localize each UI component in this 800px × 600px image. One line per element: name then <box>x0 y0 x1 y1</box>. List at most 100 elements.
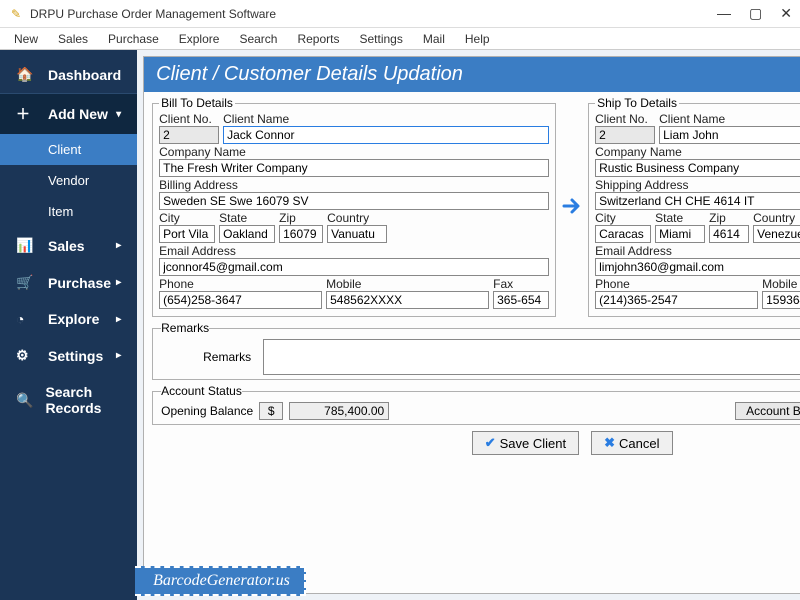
menu-help[interactable]: Help <box>457 30 498 48</box>
remarks-input[interactable] <box>263 339 800 375</box>
sidebar-settings[interactable]: ⚙ Settings ▸ <box>0 337 137 374</box>
minimize-button[interactable]: — <box>717 5 731 22</box>
bill-city-input[interactable] <box>159 225 215 243</box>
ship-mobile-input[interactable] <box>762 291 800 309</box>
ship-to-fieldset: Ship To Details Client No. Client Name <box>588 96 800 317</box>
ship-client-no-label: Client No. <box>595 112 655 126</box>
account-legend: Account Status <box>161 384 242 398</box>
plus-icon: ＋ <box>16 104 36 124</box>
sidebar-purchase[interactable]: 🛒 Purchase ▸ <box>0 264 137 301</box>
window-controls: — ▢ ✕ <box>717 5 792 22</box>
bill-mobile-label: Mobile <box>326 277 489 291</box>
ship-state-input[interactable] <box>655 225 705 243</box>
sidebar: 🏠 Dashboard ＋ Add New ▾ Client Vendor It… <box>0 50 137 600</box>
panel-title: Client / Customer Details Updation <box>156 63 463 86</box>
bill-fax-input[interactable] <box>493 291 549 309</box>
bill-client-name-label: Client Name <box>223 112 549 126</box>
chart-icon: 📊 <box>16 237 36 254</box>
sidebar-settings-label: Settings <box>48 348 103 364</box>
sidebar-add-new[interactable]: ＋ Add New ▾ <box>0 94 137 134</box>
ship-country-input[interactable] <box>753 225 800 243</box>
ship-zip-input[interactable] <box>709 225 749 243</box>
cancel-button[interactable]: ✖Cancel <box>591 431 672 455</box>
account-status-fieldset: Account Status Opening Balance $ 785,400… <box>152 384 800 425</box>
bill-city-label: City <box>159 211 215 225</box>
menu-reports[interactable]: Reports <box>289 30 347 48</box>
ship-email-input[interactable] <box>595 258 800 276</box>
opening-currency: $ <box>259 402 283 420</box>
panel-header: Client / Customer Details Updation Close <box>144 57 800 92</box>
copy-arrow-icon[interactable] <box>560 196 584 216</box>
bill-to-fieldset: Bill To Details Client No. Client Name <box>152 96 556 317</box>
sidebar-search-label: Search Records <box>45 384 121 416</box>
bill-fax-label: Fax <box>493 277 549 291</box>
bill-state-input[interactable] <box>219 225 275 243</box>
bill-zip-input[interactable] <box>279 225 323 243</box>
account-balance-button[interactable]: Account Balance <box>735 402 800 420</box>
bill-client-name-input[interactable] <box>223 126 549 144</box>
ship-zip-label: Zip <box>709 211 749 225</box>
check-icon: ✔ <box>485 435 496 451</box>
menu-purchase[interactable]: Purchase <box>100 30 167 48</box>
ship-client-no-input <box>595 126 655 144</box>
window-title: DRPU Purchase Order Management Software <box>30 7 717 21</box>
watermark: BarcodeGenerator.us <box>135 566 306 596</box>
menu-search[interactable]: Search <box>231 30 285 48</box>
bill-zip-label: Zip <box>279 211 323 225</box>
ship-phone-input[interactable] <box>595 291 758 309</box>
sidebar-explore-label: Explore <box>48 311 99 327</box>
menu-settings[interactable]: Settings <box>352 30 411 48</box>
sidebar-sub-item[interactable]: Item <box>0 196 137 227</box>
remarks-fieldset: Remarks Remarks <box>152 321 800 380</box>
ship-company-input[interactable] <box>595 159 800 177</box>
ship-address-input[interactable] <box>595 192 800 210</box>
bill-company-label: Company Name <box>159 145 549 159</box>
sidebar-purchase-label: Purchase <box>48 275 111 291</box>
sidebar-sales[interactable]: 📊 Sales ▸ <box>0 227 137 264</box>
sidebar-dashboard[interactable]: 🏠 Dashboard <box>0 56 137 94</box>
bill-phone-input[interactable] <box>159 291 322 309</box>
bill-address-input[interactable] <box>159 192 549 210</box>
ship-city-input[interactable] <box>595 225 651 243</box>
sidebar-sub-client[interactable]: Client <box>0 134 137 165</box>
titlebar: ✎ DRPU Purchase Order Management Softwar… <box>0 0 800 28</box>
menu-sales[interactable]: Sales <box>50 30 96 48</box>
x-icon: ✖ <box>604 435 615 451</box>
ship-email-label: Email Address <box>595 244 800 258</box>
chevron-right-icon: ▸ <box>116 277 121 288</box>
save-client-label: Save Client <box>500 436 566 451</box>
gear-icon: ⚙ <box>16 347 36 364</box>
maximize-button[interactable]: ▢ <box>749 5 762 22</box>
bill-address-label: Billing Address <box>159 178 549 192</box>
bill-phone-label: Phone <box>159 277 322 291</box>
remarks-label: Remarks <box>161 350 251 364</box>
close-window-button[interactable]: ✕ <box>780 5 792 22</box>
bill-client-no-label: Client No. <box>159 112 219 126</box>
bill-mobile-input[interactable] <box>326 291 489 309</box>
compass-icon: ◔ <box>16 311 36 327</box>
chevron-down-icon: ▾ <box>116 109 121 120</box>
menubar: New Sales Purchase Explore Search Report… <box>0 28 800 50</box>
save-client-button[interactable]: ✔ Save Client <box>472 431 579 455</box>
bill-country-input[interactable] <box>327 225 387 243</box>
sidebar-sub-vendor[interactable]: Vendor <box>0 165 137 196</box>
sidebar-explore[interactable]: ◔ Explore ▸ <box>0 301 137 337</box>
app-icon: ✎ <box>8 6 24 22</box>
chevron-right-icon: ▸ <box>116 350 121 361</box>
sidebar-dashboard-label: Dashboard <box>48 67 121 83</box>
bill-company-input[interactable] <box>159 159 549 177</box>
ship-client-name-label: Client Name <box>659 112 800 126</box>
menu-mail[interactable]: Mail <box>415 30 453 48</box>
sidebar-sales-label: Sales <box>48 238 85 254</box>
home-icon: 🏠 <box>16 66 36 83</box>
remarks-legend: Remarks <box>161 321 209 335</box>
chevron-right-icon: ▸ <box>116 314 121 325</box>
opening-balance-label: Opening Balance <box>161 404 253 418</box>
menu-explore[interactable]: Explore <box>171 30 228 48</box>
ship-client-name-input[interactable] <box>659 126 800 144</box>
bill-client-no-input <box>159 126 219 144</box>
bill-email-input[interactable] <box>159 258 549 276</box>
menu-new[interactable]: New <box>6 30 46 48</box>
ship-address-label: Shipping Address <box>595 178 800 192</box>
sidebar-search-records[interactable]: 🔍 Search Records <box>0 374 137 426</box>
